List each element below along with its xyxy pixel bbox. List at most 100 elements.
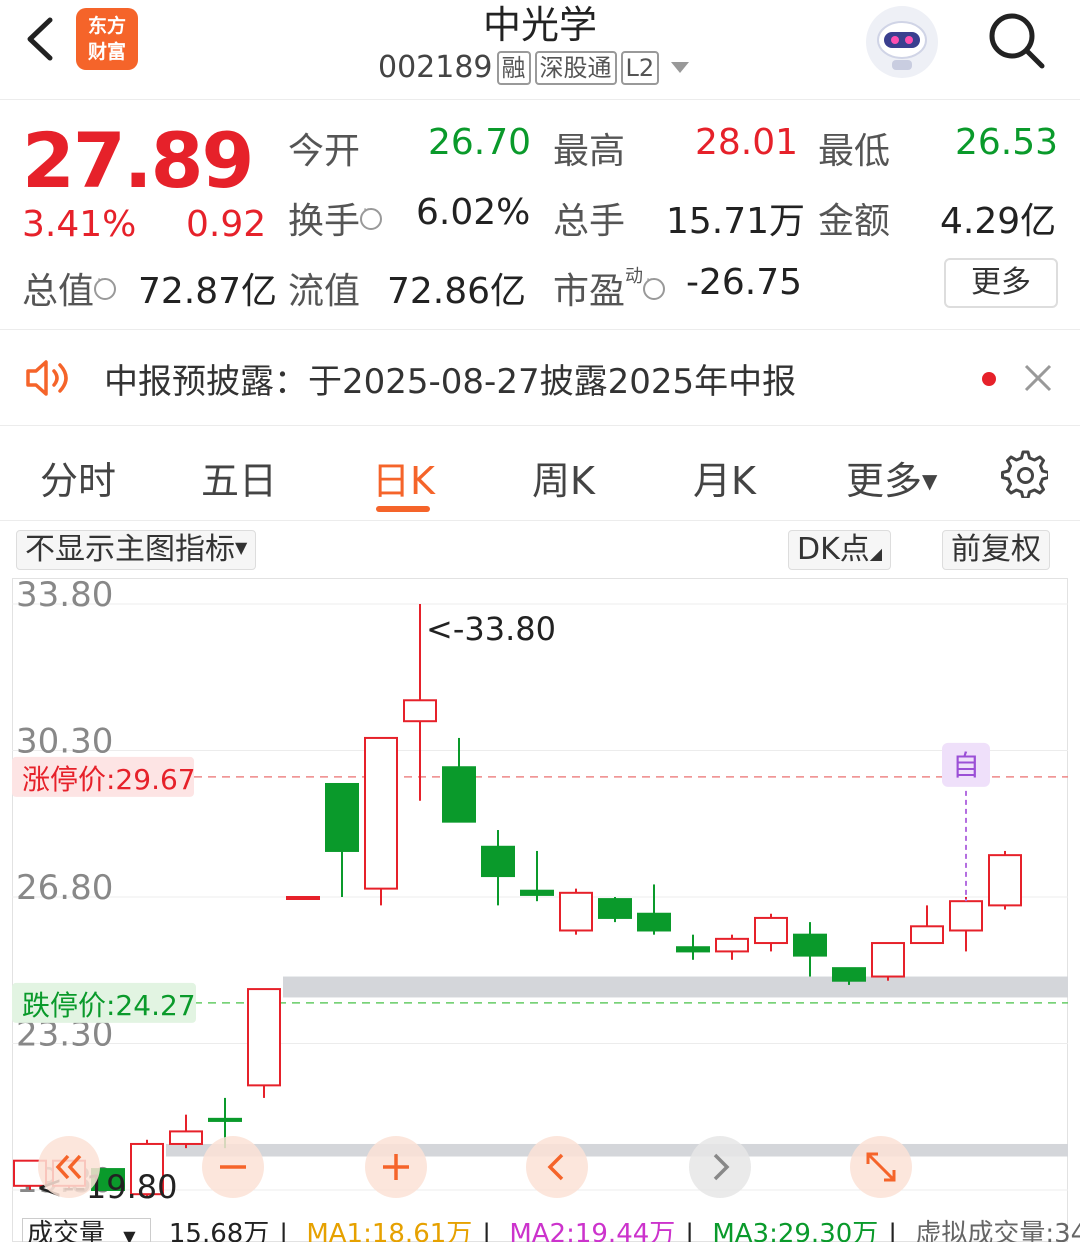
zoom-in-button[interactable] — [365, 1136, 427, 1198]
float-label: 流值 — [288, 271, 361, 312]
pe-dynamic-sup: 动 — [625, 266, 644, 287]
logo-line2: 财富 — [87, 41, 126, 63]
limit-up-label: 涨停价:29.67 — [22, 763, 196, 796]
max-price-label: <-33.80 — [426, 610, 556, 648]
gap-band — [283, 976, 1068, 998]
back-arrow-icon[interactable] — [20, 14, 60, 64]
y-tick-label: 26.80 — [16, 868, 113, 908]
search-icon[interactable] — [984, 8, 1048, 72]
float-value: 72.86亿 — [387, 271, 527, 312]
logo-line1: 东方 — [87, 15, 126, 37]
stock-name: 中光学 — [482, 3, 597, 47]
candle-body — [910, 925, 944, 945]
candle-body — [871, 942, 905, 978]
dk-point-select[interactable]: DK点◢ — [788, 530, 892, 570]
candle-body — [325, 782, 359, 852]
candle-body — [637, 912, 671, 932]
indicator-select[interactable]: 不显示主图指标▼ — [16, 530, 257, 570]
notice-bar[interactable]: 中报预披露：于2025-08-27披露2025年中报 — [0, 330, 1080, 426]
turnover-value: 6.02% — [416, 192, 531, 233]
turnover-label[interactable]: 换手 — [288, 192, 383, 244]
fullscreen-button[interactable] — [850, 1136, 912, 1198]
close-icon[interactable] — [1020, 360, 1056, 396]
low-label: 最低 — [818, 131, 891, 172]
ma3-value: MA3:29.30万 — [712, 1219, 879, 1242]
margin-tag: 融 — [496, 50, 531, 85]
pan-right-button[interactable] — [689, 1136, 751, 1198]
tab-weekly-k[interactable]: 周K — [532, 450, 595, 505]
mktcap-label[interactable]: 总值 — [22, 262, 117, 314]
active-tab-indicator — [376, 506, 430, 512]
candle-body — [247, 988, 281, 1087]
adjust-select[interactable]: 前复权 — [942, 530, 1050, 570]
tab-five-day[interactable]: 五日 — [201, 450, 277, 505]
volume-value: 15.68万 — [168, 1219, 270, 1242]
chart-period-tabs: 分时 五日 日K 周K 月K 更多▼ — [0, 426, 1080, 521]
rewind-button[interactable] — [38, 1136, 100, 1198]
quote-panel: 27.89 3.41% 0.92 今开 26.70 最高 28.01 最低 26… — [0, 100, 1080, 330]
pe-label[interactable]: 市盈动 — [553, 262, 666, 314]
candle-body — [403, 699, 437, 723]
tab-monthly-k[interactable]: 月K — [693, 450, 756, 505]
top-bar: 东方 财富 中光学 002189 融 深股通 L2 — [0, 0, 1080, 100]
more-button[interactable]: 更多 — [944, 258, 1058, 308]
triangle-down-icon: ▼ — [123, 1227, 136, 1242]
volume-value: 15.71万 — [666, 201, 806, 242]
plus-icon — [383, 1154, 409, 1180]
change-amount: 0.92 — [186, 204, 267, 245]
info-icon[interactable] — [643, 273, 666, 300]
candle-body — [949, 900, 983, 932]
minus-icon — [220, 1165, 246, 1169]
chevron-down-icon[interactable] — [671, 62, 690, 73]
pan-left-button[interactable] — [526, 1136, 588, 1198]
open-value: 26.70 — [428, 122, 532, 163]
double-chevron-left-icon — [55, 1154, 82, 1180]
info-icon[interactable] — [360, 203, 383, 230]
virtual-volume-value: 虚拟成交量:34.43万 — [915, 1219, 1080, 1242]
speaker-icon — [26, 360, 68, 396]
separator: | — [685, 1219, 695, 1242]
y-tick-label: 33.80 — [16, 578, 113, 615]
unread-dot — [982, 372, 996, 386]
candle-body — [598, 898, 632, 919]
candle-body — [286, 896, 320, 900]
triangle-down-icon: ▼ — [235, 538, 248, 557]
candle-body — [442, 766, 476, 823]
turnover-label-text: 换手 — [288, 201, 361, 242]
volume-indicator-label: 成交量 — [27, 1219, 106, 1242]
tab-intraday[interactable]: 分时 — [40, 450, 116, 505]
corner-triangle-icon: ◢ — [869, 544, 883, 563]
robot-assistant-icon[interactable] — [866, 6, 938, 78]
indicator-select-label: 不显示主图指标 — [25, 532, 235, 567]
limit-down-label: 跌停价:24.27 — [22, 989, 196, 1022]
gap-band — [166, 1143, 1068, 1157]
zoom-out-button[interactable] — [202, 1136, 264, 1198]
expand-icon — [866, 1152, 896, 1182]
mktcap-label-text: 总值 — [22, 271, 95, 312]
candle-body — [793, 933, 827, 957]
open-label: 今开 — [288, 131, 361, 172]
ma1-value: MA1:18.61万 — [306, 1219, 473, 1242]
level2-tag: L2 — [620, 50, 660, 85]
candle-body — [169, 1130, 203, 1145]
app-logo: 东方 财富 — [76, 8, 138, 70]
last-price: 27.89 — [22, 116, 254, 205]
pe-label-text: 市盈 — [553, 271, 626, 312]
candle-body — [676, 946, 710, 953]
candle-body — [364, 736, 398, 890]
low-value: 26.53 — [955, 122, 1059, 163]
stock-code-row[interactable]: 002189 融 深股通 L2 — [378, 50, 690, 85]
self-marker-label: 自 — [952, 749, 980, 782]
separator: | — [279, 1219, 289, 1242]
gear-icon[interactable] — [998, 448, 1048, 498]
candle-body — [754, 916, 788, 945]
amount-value: 4.29亿 — [940, 201, 1057, 242]
separator: | — [482, 1219, 492, 1242]
volume-indicator-select[interactable]: 成交量 ▼ — [22, 1218, 151, 1242]
tab-more[interactable]: 更多▼ — [846, 450, 937, 505]
chevron-left-icon — [547, 1153, 564, 1181]
tab-daily-k[interactable]: 日K — [372, 450, 435, 505]
candle-body — [559, 891, 593, 932]
info-icon[interactable] — [94, 273, 117, 300]
tab-more-label: 更多 — [846, 459, 923, 503]
